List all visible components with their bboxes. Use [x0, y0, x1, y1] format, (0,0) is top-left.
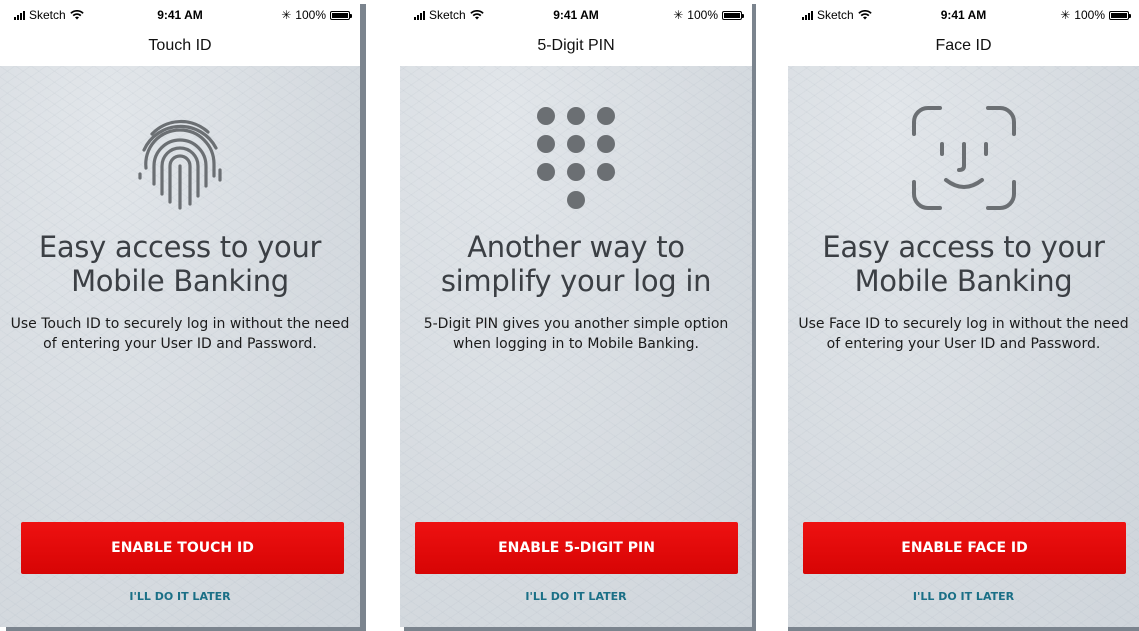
heading: Easy access to your Mobile Banking — [0, 230, 360, 298]
content-area: Another way to simplify your log in 5-Di… — [400, 66, 752, 627]
pin-screen: Sketch 9:41 AM ✳ 100% 5-Digit PIN Anothe… — [400, 0, 752, 627]
status-bar: Sketch 9:41 AM ✳ 100% — [400, 0, 752, 30]
battery-percent: 100% — [1074, 8, 1105, 22]
enable-pin-button[interactable]: ENABLE 5-DIGIT PIN — [415, 522, 738, 574]
page-title: 5-Digit PIN — [400, 30, 752, 67]
heading-line: Mobile Banking — [71, 264, 289, 298]
page-title: Touch ID — [0, 30, 360, 67]
description: 5-Digit PIN gives you another simple opt… — [423, 316, 729, 352]
enable-touch-id-button[interactable]: ENABLE TOUCH ID — [21, 522, 344, 574]
touch-id-screen: Sketch 9:41 AM ✳ 100% Touch ID Easy acce… — [0, 0, 360, 627]
heading: Easy access to your Mobile Banking — [788, 230, 1139, 298]
heading-line: Mobile Banking — [854, 264, 1073, 298]
content-area: Easy access to your Mobile Banking Use F… — [788, 66, 1139, 627]
battery-percent: 100% — [295, 8, 326, 22]
heading-line: Easy access to your — [822, 230, 1105, 264]
description: Use Face ID to securely log in without t… — [798, 316, 1129, 352]
battery-icon — [722, 10, 744, 20]
heading-line: Another way to — [467, 230, 685, 264]
face-id-screen: Sketch 9:41 AM ✳ 100% Face ID Easy acces… — [788, 0, 1139, 627]
status-bar: Sketch 9:41 AM ✳ 100% — [0, 0, 360, 30]
page-title: Face ID — [788, 30, 1139, 67]
enable-face-id-button[interactable]: ENABLE FACE ID — [803, 522, 1126, 574]
bluetooth-icon: ✳ — [1060, 8, 1071, 22]
battery-icon — [1109, 10, 1131, 20]
bluetooth-icon: ✳ — [673, 8, 684, 22]
do-it-later-link[interactable]: I'LL DO IT LATER — [400, 590, 752, 603]
heading-line: Easy access to your — [38, 230, 322, 264]
battery-percent: 100% — [687, 8, 718, 22]
do-it-later-link[interactable]: I'LL DO IT LATER — [0, 590, 360, 603]
heading: Another way to simplify your log in — [400, 230, 752, 298]
description: Use Touch ID to securely log in without … — [10, 316, 350, 352]
do-it-later-link[interactable]: I'LL DO IT LATER — [788, 590, 1139, 603]
face-id-icon — [911, 106, 1016, 210]
battery-icon — [330, 10, 352, 20]
heading-line: simplify your log in — [440, 264, 712, 298]
pin-keypad-icon — [537, 107, 615, 209]
content-area: Easy access to your Mobile Banking Use T… — [0, 66, 360, 627]
status-bar: Sketch 9:41 AM ✳ 100% — [788, 0, 1139, 30]
fingerprint-icon — [138, 119, 222, 210]
bluetooth-icon: ✳ — [281, 8, 292, 22]
